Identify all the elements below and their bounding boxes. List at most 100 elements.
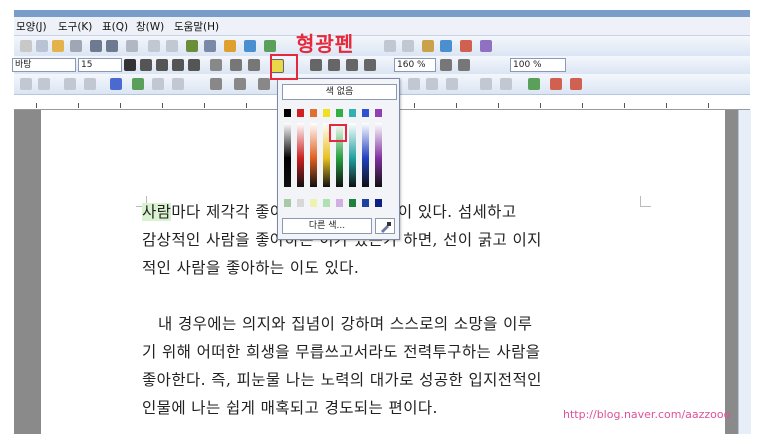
tool-icon-k[interactable] [500,78,512,90]
color-gradient-column[interactable] [362,123,369,187]
recent-color-swatch[interactable] [375,199,382,207]
paste-icon[interactable] [52,40,64,52]
align-center-icon[interactable] [328,59,340,71]
color-gradient-column[interactable] [310,123,317,187]
highlighted-text[interactable]: 사람 [142,203,172,221]
paragraph-2-line-2[interactable]: 기 위해 어떠한 희생을 무릅쓰고서라도 전력투구하는 사람을 [142,340,540,362]
tool-icon-i[interactable] [446,78,458,90]
color-swatch[interactable] [375,109,382,117]
link-icon[interactable] [148,40,160,52]
insert-icon-a[interactable] [20,78,32,90]
tool-icon-h[interactable] [426,78,438,90]
tool-icon-a[interactable] [384,40,396,52]
cut-icon[interactable] [20,40,32,52]
tool-icon-l[interactable] [528,78,540,90]
paragraph-1-line-3[interactable]: 적인 사람을 좋아하는 이도 있다. [142,256,359,278]
watermark-url: http://blog.naver.com/aazzooo [563,408,731,421]
highlight-color-popup: 색 없음 다른 색... [277,78,400,240]
table-icon[interactable] [204,40,216,52]
tool-icon-m[interactable] [550,78,562,90]
fill-icon[interactable] [132,78,144,90]
paragraph-2-line-1[interactable]: 내 경우에는 의지와 집념이 강하며 스스로의 소망을 이루 [158,312,532,334]
recent-color-swatch[interactable] [310,199,317,207]
menu-tools[interactable]: 도구(K) [58,19,92,34]
pen-icon[interactable] [110,78,122,90]
subscript-icon[interactable] [188,59,200,71]
tool-icon-g[interactable] [408,78,420,90]
insert-icon-b[interactable] [38,78,50,90]
tool-icon-d[interactable] [440,40,452,52]
menu-table[interactable]: 표(Q) [102,19,128,34]
text-color-icon[interactable] [210,59,222,71]
color-swatch[interactable] [297,109,304,117]
bold-icon[interactable] [124,59,136,71]
format-painter-icon[interactable] [70,40,82,52]
more-colors-button[interactable]: 다른 색... [282,218,372,234]
find-icon[interactable] [126,40,138,52]
menu-window[interactable]: 창(W) [136,19,164,34]
no-color-button[interactable]: 색 없음 [282,84,397,100]
arrow-style-icon[interactable] [258,78,270,90]
picture-icon[interactable] [186,40,198,52]
superscript-icon[interactable] [172,59,184,71]
tool-icon-b[interactable] [402,40,414,52]
color-gradient-column[interactable] [375,123,382,187]
chart-icon[interactable] [224,40,236,52]
color-swatch[interactable] [362,109,369,117]
border-icon[interactable] [230,59,242,71]
copy-icon[interactable] [36,40,48,52]
recent-color-swatch[interactable] [362,199,369,207]
color-gradient-column[interactable] [284,123,291,187]
line-width-icon[interactable] [234,78,246,90]
color-swatch[interactable] [310,109,317,117]
color-swatch[interactable] [349,109,356,117]
font-name-box[interactable]: 바탕 [12,58,76,72]
recent-color-swatch[interactable] [323,199,330,207]
underline-icon[interactable] [156,59,168,71]
format-toolbar: 바탕 15 160 % 100 % [12,56,750,75]
insert-icon-d[interactable] [84,78,96,90]
menu-help[interactable]: 도움말(H) [174,19,219,34]
paragraph-2-line-4[interactable]: 인물에 나는 쉽게 매혹되고 경도되는 편이다. [142,396,438,418]
font-size-box[interactable]: 15 [78,58,122,72]
redo-icon[interactable] [106,40,118,52]
eyedropper-icon[interactable] [375,218,395,234]
menu-shape[interactable]: 모양(J) [16,19,47,34]
recent-color-swatch[interactable] [284,199,291,207]
color-swatch[interactable] [336,109,343,117]
align-right-icon[interactable] [346,59,358,71]
insert-icon-c[interactable] [64,78,76,90]
standard-toolbar [14,36,750,57]
tool-icon-n[interactable] [570,78,582,90]
draw-icon[interactable] [264,40,276,52]
bookmark-icon[interactable] [166,40,178,52]
justify-icon[interactable] [364,59,376,71]
zoom-box[interactable]: 100 % [510,58,566,72]
italic-icon[interactable] [140,59,152,71]
align-left-icon[interactable] [310,59,322,71]
paragraph-2-line-3[interactable]: 좋아한다. 즉, 피눈물 나는 노력의 대가로 성공한 입지전적인 [142,368,542,390]
menu-bar: 모양(J) 도구(K) 표(Q) 창(W) 도움말(H) [14,17,750,36]
tool-icon-c[interactable] [422,40,434,52]
line-style-icon[interactable] [210,78,222,90]
vertical-scrollbar[interactable] [738,110,751,434]
tool-icon-e[interactable] [460,40,472,52]
line-spacing-box[interactable]: 160 % [394,58,436,72]
tool-icon-j[interactable] [480,78,492,90]
outdent-icon[interactable] [458,59,470,71]
color-gradient-column[interactable] [349,123,356,187]
recent-color-swatch[interactable] [349,199,356,207]
textbox-icon[interactable] [244,40,256,52]
annotation-swatch-box [329,124,347,142]
tool-icon-f[interactable] [480,40,492,52]
color-swatch[interactable] [284,109,291,117]
shade-icon[interactable] [248,59,260,71]
shape-icon-b[interactable] [172,78,184,90]
color-gradient-column[interactable] [297,123,304,187]
color-swatch[interactable] [323,109,330,117]
shape-icon-a[interactable] [152,78,164,90]
recent-color-swatch[interactable] [297,199,304,207]
recent-color-swatch[interactable] [336,199,343,207]
undo-icon[interactable] [90,40,102,52]
indent-icon[interactable] [440,59,452,71]
